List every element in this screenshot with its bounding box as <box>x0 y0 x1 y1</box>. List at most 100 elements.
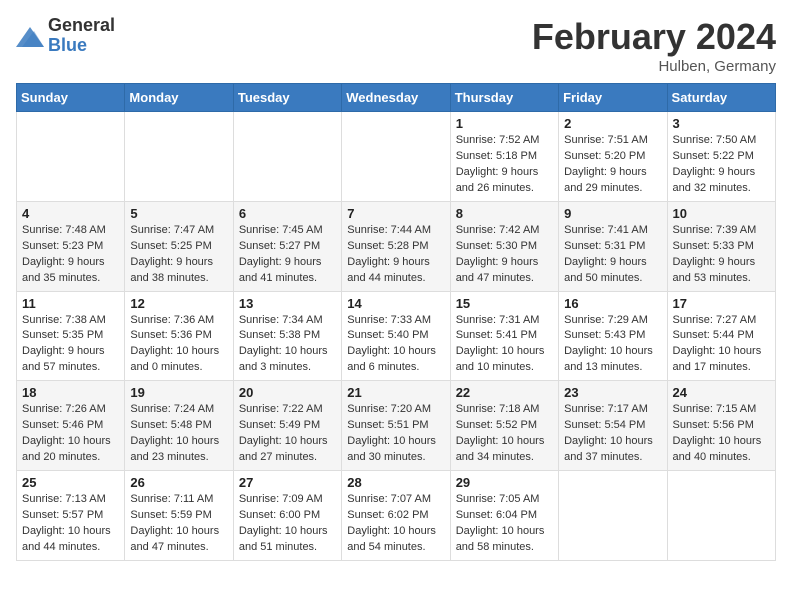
calendar-table: SundayMondayTuesdayWednesdayThursdayFrid… <box>16 83 776 561</box>
day-info: Sunrise: 7:41 AMSunset: 5:31 PMDaylight:… <box>564 223 661 287</box>
calendar-cell: 28Sunrise: 7:07 AMSunset: 6:02 PMDayligh… <box>342 471 450 561</box>
day-info: Sunrise: 7:20 AMSunset: 5:51 PMDaylight:… <box>347 402 444 466</box>
calendar-week-row: 11Sunrise: 7:38 AMSunset: 5:35 PMDayligh… <box>17 291 776 381</box>
day-info: Sunrise: 7:34 AMSunset: 5:38 PMDaylight:… <box>239 313 336 377</box>
day-number: 27 <box>239 475 336 490</box>
calendar-week-row: 1 Sunrise: 7:52 AMSunset: 5:18 PMDaylight… <box>17 112 776 202</box>
logo-general-text: General <box>48 16 115 36</box>
day-info: Sunrise: 7:33 AMSunset: 5:40 PMDaylight:… <box>347 313 444 377</box>
calendar-cell <box>342 112 450 202</box>
calendar-cell: 25 Sunrise: 7:13 AMSunset: 5:57 PMDayligh… <box>17 471 125 561</box>
day-info: Sunrise: 7:07 AMSunset: 6:02 PMDaylight:… <box>347 492 444 556</box>
calendar-cell: 27 Sunrise: 7:09 AMSunset: 6:00 PMDayligh… <box>233 471 341 561</box>
calendar-week-row: 18Sunrise: 7:26 AMSunset: 5:46 PMDayligh… <box>17 381 776 471</box>
calendar-cell: 23 Sunrise: 7:17 AMSunset: 5:54 PMDayligh… <box>559 381 667 471</box>
day-number: 29 <box>456 475 553 490</box>
calendar-cell: 22Sunrise: 7:18 AMSunset: 5:52 PMDayligh… <box>450 381 558 471</box>
day-number: 5 <box>130 206 227 221</box>
calendar-cell: 5 Sunrise: 7:47 AMSunset: 5:25 PMDaylight… <box>125 201 233 291</box>
calendar-cell: 26 Sunrise: 7:11 AMSunset: 5:59 PMDayligh… <box>125 471 233 561</box>
day-number: 14 <box>347 296 444 311</box>
day-info: Sunrise: 7:45 AMSunset: 5:27 PMDaylight:… <box>239 223 336 287</box>
calendar-cell: 24 Sunrise: 7:15 AMSunset: 5:56 PMDayligh… <box>667 381 775 471</box>
day-number: 25 <box>22 475 119 490</box>
page-header: General Blue February 2024 Hulben, Germa… <box>16 16 776 75</box>
logo-icon <box>16 25 44 47</box>
day-info: Sunrise: 7:47 AMSunset: 5:25 PMDaylight:… <box>130 223 227 287</box>
calendar-cell: 20 Sunrise: 7:22 AMSunset: 5:49 PMDayligh… <box>233 381 341 471</box>
day-number: 11 <box>22 296 119 311</box>
day-info: Sunrise: 7:09 AMSunset: 6:00 PMDaylight:… <box>239 492 336 556</box>
calendar-cell: 2Sunrise: 7:51 AMSunset: 5:20 PMDaylight… <box>559 112 667 202</box>
month-title: February 2024 <box>532 16 776 58</box>
calendar-cell: 10 Sunrise: 7:39 AMSunset: 5:33 PMDayligh… <box>667 201 775 291</box>
calendar-cell: 11Sunrise: 7:38 AMSunset: 5:35 PMDayligh… <box>17 291 125 381</box>
calendar-cell: 9 Sunrise: 7:41 AMSunset: 5:31 PMDaylight… <box>559 201 667 291</box>
day-info: Sunrise: 7:36 AMSunset: 5:36 PMDaylight:… <box>130 313 227 377</box>
day-number: 3 <box>673 116 770 131</box>
day-number: 18 <box>22 385 119 400</box>
calendar-cell: 17 Sunrise: 7:27 AMSunset: 5:44 PMDayligh… <box>667 291 775 381</box>
day-info: Sunrise: 7:13 AMSunset: 5:57 PMDaylight:… <box>22 492 119 556</box>
day-of-week-header: Friday <box>559 84 667 112</box>
calendar-cell: 16 Sunrise: 7:29 AMSunset: 5:43 PMDayligh… <box>559 291 667 381</box>
location-subtitle: Hulben, Germany <box>532 58 776 75</box>
calendar-header-row: SundayMondayTuesdayWednesdayThursdayFrid… <box>17 84 776 112</box>
day-info: Sunrise: 7:15 AMSunset: 5:56 PMDaylight:… <box>673 402 770 466</box>
day-number: 15 <box>456 296 553 311</box>
day-number: 6 <box>239 206 336 221</box>
day-number: 4 <box>22 206 119 221</box>
day-number: 21 <box>347 385 444 400</box>
calendar-cell: 1 Sunrise: 7:52 AMSunset: 5:18 PMDaylight… <box>450 112 558 202</box>
calendar-cell: 18Sunrise: 7:26 AMSunset: 5:46 PMDayligh… <box>17 381 125 471</box>
day-info: Sunrise: 7:24 AMSunset: 5:48 PMDaylight:… <box>130 402 227 466</box>
calendar-cell: 6 Sunrise: 7:45 AMSunset: 5:27 PMDaylight… <box>233 201 341 291</box>
day-info: Sunrise: 7:44 AMSunset: 5:28 PMDaylight:… <box>347 223 444 287</box>
day-number: 19 <box>130 385 227 400</box>
calendar-cell: 14 Sunrise: 7:33 AMSunset: 5:40 PMDayligh… <box>342 291 450 381</box>
day-info: Sunrise: 7:22 AMSunset: 5:49 PMDaylight:… <box>239 402 336 466</box>
day-info: Sunrise: 7:17 AMSunset: 5:54 PMDaylight:… <box>564 402 661 466</box>
calendar-cell <box>559 471 667 561</box>
day-info: Sunrise: 7:50 AMSunset: 5:22 PMDaylight:… <box>673 133 770 197</box>
day-number: 20 <box>239 385 336 400</box>
day-number: 16 <box>564 296 661 311</box>
calendar-cell: 29Sunrise: 7:05 AMSunset: 6:04 PMDayligh… <box>450 471 558 561</box>
calendar-cell: 3 Sunrise: 7:50 AMSunset: 5:22 PMDaylight… <box>667 112 775 202</box>
calendar-cell: 15 Sunrise: 7:31 AMSunset: 5:41 PMDayligh… <box>450 291 558 381</box>
day-number: 17 <box>673 296 770 311</box>
day-of-week-header: Thursday <box>450 84 558 112</box>
day-number: 1 <box>456 116 553 131</box>
day-info: Sunrise: 7:31 AMSunset: 5:41 PMDaylight:… <box>456 313 553 377</box>
day-number: 23 <box>564 385 661 400</box>
calendar-cell <box>233 112 341 202</box>
day-of-week-header: Wednesday <box>342 84 450 112</box>
day-number: 13 <box>239 296 336 311</box>
day-of-week-header: Monday <box>125 84 233 112</box>
day-info: Sunrise: 7:39 AMSunset: 5:33 PMDaylight:… <box>673 223 770 287</box>
calendar-cell: 12 Sunrise: 7:36 AMSunset: 5:36 PMDayligh… <box>125 291 233 381</box>
day-of-week-header: Tuesday <box>233 84 341 112</box>
day-info: Sunrise: 7:27 AMSunset: 5:44 PMDaylight:… <box>673 313 770 377</box>
day-info: Sunrise: 7:29 AMSunset: 5:43 PMDaylight:… <box>564 313 661 377</box>
calendar-cell: 8Sunrise: 7:42 AMSunset: 5:30 PMDaylight… <box>450 201 558 291</box>
day-number: 22 <box>456 385 553 400</box>
day-info: Sunrise: 7:11 AMSunset: 5:59 PMDaylight:… <box>130 492 227 556</box>
day-number: 8 <box>456 206 553 221</box>
logo-blue-text: Blue <box>48 36 115 56</box>
day-number: 26 <box>130 475 227 490</box>
day-info: Sunrise: 7:52 AMSunset: 5:18 PMDaylight:… <box>456 133 553 197</box>
day-number: 9 <box>564 206 661 221</box>
day-number: 7 <box>347 206 444 221</box>
calendar-cell <box>125 112 233 202</box>
day-of-week-header: Saturday <box>667 84 775 112</box>
logo: General Blue <box>16 16 115 56</box>
calendar-week-row: 25 Sunrise: 7:13 AMSunset: 5:57 PMDayligh… <box>17 471 776 561</box>
day-number: 12 <box>130 296 227 311</box>
calendar-cell <box>667 471 775 561</box>
day-number: 10 <box>673 206 770 221</box>
day-number: 24 <box>673 385 770 400</box>
calendar-cell <box>17 112 125 202</box>
title-area: February 2024 Hulben, Germany <box>532 16 776 75</box>
calendar-cell: 21 Sunrise: 7:20 AMSunset: 5:51 PMDayligh… <box>342 381 450 471</box>
